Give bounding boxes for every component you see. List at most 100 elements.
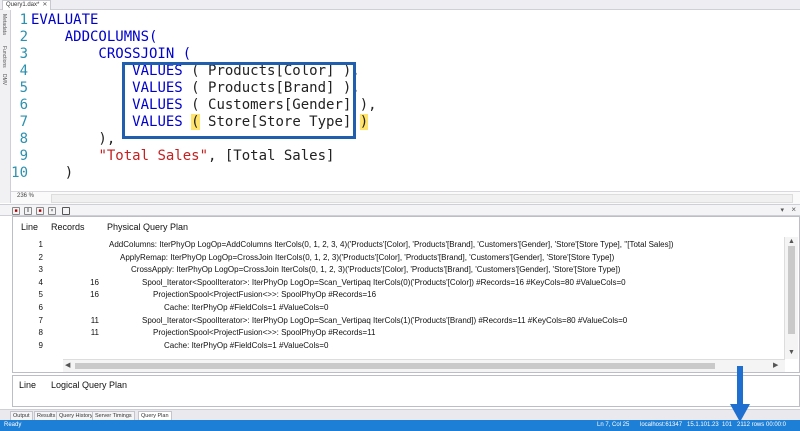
line-number: 7 xyxy=(19,114,28,130)
rail-tab-functions[interactable]: Functions xyxy=(1,46,7,68)
annotation-highlight-box xyxy=(122,62,356,139)
code-token: ) xyxy=(31,165,74,181)
pause-icon[interactable]: ‖ xyxy=(24,207,32,215)
row-line-number: 4 xyxy=(38,277,43,287)
copy-icon[interactable] xyxy=(62,207,70,215)
close-tab-icon[interactable]: ✕ xyxy=(42,1,47,10)
row-operator: ProjectionSpool<ProjectFusion<>>: SpoolP… xyxy=(153,328,376,338)
editor-footer: 236 % xyxy=(11,191,800,204)
horizontal-scroll-thumb[interactable] xyxy=(75,363,715,369)
logical-header-plan[interactable]: Logical Query Plan xyxy=(51,376,127,394)
query-plan-toolbar: ■ ‖ ■ × ▾ × xyxy=(0,204,800,216)
line-number: 3 xyxy=(19,46,28,62)
code-line[interactable]: 10 ) xyxy=(11,165,73,182)
code-token: , [Total Sales] xyxy=(208,148,335,164)
line-number: 2 xyxy=(19,29,28,45)
code-token: "Total Sales" xyxy=(98,148,209,164)
clear-icon[interactable]: × xyxy=(48,207,56,215)
column-header-records[interactable]: Records xyxy=(51,217,85,237)
row-operator: ProjectionSpool<ProjectFusion<>>: SpoolP… xyxy=(153,290,377,300)
line-number: 4 xyxy=(19,63,28,79)
row-records: 11 xyxy=(90,328,99,338)
vertical-scrollbar[interactable]: ▲ ▼ xyxy=(784,237,798,359)
record-icon[interactable]: ■ xyxy=(12,207,20,215)
logical-header-line[interactable]: Line xyxy=(19,376,36,394)
line-number: 1 xyxy=(19,12,28,28)
table-row[interactable]: 5 16 ProjectionSpool<ProjectFusion<>>: Spo… xyxy=(13,289,783,301)
side-rail: Metadata Functions DMV xyxy=(0,10,11,203)
row-line-number: 1 xyxy=(38,240,43,249)
line-number: 6 xyxy=(19,97,28,113)
editor-horizontal-scrollbar[interactable] xyxy=(51,194,793,203)
row-line-number: 3 xyxy=(38,265,43,275)
row-operator: Spool_Iterator<SpoolIterator>: IterPhyOp… xyxy=(142,315,628,325)
row-records: 11 xyxy=(90,315,99,325)
status-ready: Ready xyxy=(4,422,22,428)
row-line-number: 6 xyxy=(38,303,43,312)
row-operator: Cache: IterPhyOp #FieldCols=1 #ValueCols… xyxy=(164,303,329,312)
code-token: EVALUATE xyxy=(31,12,99,28)
table-row[interactable]: 1 AddColumns: IterPhyOp LogOp=AddColumns … xyxy=(13,239,783,251)
scroll-down-icon[interactable]: ▼ xyxy=(788,349,795,356)
line-number: 8 xyxy=(19,131,28,147)
table-row[interactable]: 6 Cache: IterPhyOp #FieldCols=1 #ValueCol… xyxy=(13,302,783,314)
row-records: 16 xyxy=(90,277,99,287)
table-row[interactable]: 2 ApplyRemap: IterPhyOp LogOp=CrossJoin I… xyxy=(13,252,783,264)
scroll-right-icon[interactable]: ▶ xyxy=(773,361,778,369)
logical-plan-grid: Line Logical Query Plan xyxy=(12,375,800,407)
output-tab-strip: Output Results Query History Server Timi… xyxy=(0,409,800,421)
code-line[interactable]: 2 ADDCOLUMNS( xyxy=(11,29,158,46)
scroll-up-icon[interactable]: ▲ xyxy=(788,238,795,245)
tab-title: Query1.dax* xyxy=(6,2,40,8)
pin-icon[interactable]: ▾ xyxy=(780,206,784,214)
rail-tab-metadata[interactable]: Metadata xyxy=(1,14,7,35)
zoom-level[interactable]: 236 % xyxy=(17,193,34,199)
physical-plan-grid: Line Records Physical Query Plan 1 AddCol… xyxy=(12,216,800,373)
vertical-scroll-thumb[interactable] xyxy=(788,246,795,334)
row-operator: Spool_Iterator<SpoolIterator>: IterPhyOp… xyxy=(142,277,626,287)
query-document-tab[interactable]: Query1.dax* ✕ xyxy=(2,0,52,10)
document-tab-strip: Query1.dax* ✕ xyxy=(0,0,800,10)
row-operator: ApplyRemap: IterPhyOp LogOp=CrossJoin It… xyxy=(120,252,615,262)
table-row[interactable]: 3 CrossApply: IterPhyOp LogOp=CrossJoin I… xyxy=(13,264,783,276)
line-number: 5 xyxy=(19,80,28,96)
close-panel-icon[interactable]: × xyxy=(791,205,796,214)
row-line-number: 9 xyxy=(38,340,43,350)
stop-icon[interactable]: ■ xyxy=(36,207,44,215)
annotation-arrow-icon xyxy=(730,366,750,422)
row-operator: Cache: IterPhyOp #FieldCols=1 #ValueCols… xyxy=(164,340,329,350)
column-header-plan[interactable]: Physical Query Plan xyxy=(107,217,188,237)
table-row[interactable]: 9 Cache: IterPhyOp #FieldCols=1 #ValueCol… xyxy=(13,340,783,352)
code-token: ), xyxy=(31,131,116,147)
scroll-left-icon[interactable]: ◀ xyxy=(65,361,70,369)
table-row[interactable]: 4 16 Spool_Iterator<SpoolIterator>: IterPh… xyxy=(13,277,783,289)
table-row[interactable]: 8 11 ProjectionSpool<ProjectFusion<>>: Spo… xyxy=(13,327,783,339)
row-line-number: 7 xyxy=(38,315,43,325)
table-row[interactable]: 7 11 Spool_Iterator<SpoolIterator>: IterPh… xyxy=(13,315,783,327)
status-bar: Ready Ln 7, Col 25 localhost:61347 15.1.… xyxy=(0,420,800,431)
column-header-line[interactable]: Line xyxy=(21,217,38,237)
rail-tab-dmv[interactable]: DMV xyxy=(1,74,7,85)
line-number: 10 xyxy=(11,165,28,181)
row-operator: AddColumns: IterPhyOp LogOp=AddColumns I… xyxy=(109,240,674,249)
row-operator: CrossApply: IterPhyOp LogOp=CrossJoin It… xyxy=(131,265,621,275)
code-line[interactable]: 3 CROSSJOIN ( xyxy=(11,46,192,63)
horizontal-scrollbar[interactable]: ◀ ▶ xyxy=(63,359,785,372)
elapsed-time: 00:00:0 xyxy=(766,422,787,428)
server-name: localhost:61347 xyxy=(640,422,683,428)
code-token: ) xyxy=(359,114,369,130)
row-line-number: 2 xyxy=(38,252,43,262)
code-token: CROSSJOIN ( xyxy=(31,46,192,62)
server-version: 15.1.101.23 xyxy=(687,422,719,428)
code-line[interactable]: 1 EVALUATE xyxy=(11,12,99,29)
row-line-number: 8 xyxy=(38,328,43,338)
code-line[interactable]: 8 ), xyxy=(11,131,116,148)
cursor-position: Ln 7, Col 25 xyxy=(597,422,630,428)
code-token: ADDCOLUMNS( xyxy=(31,29,158,45)
code-line[interactable]: 9 "Total Sales", [Total Sales] xyxy=(11,148,335,165)
